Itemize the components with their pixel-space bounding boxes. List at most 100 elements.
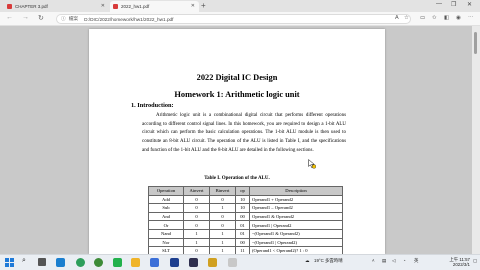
collections-icon[interactable]: ▭ [420,15,425,21]
windows-start-icon[interactable] [5,258,14,267]
table-cell: ~(Operand1 | Operand2) [249,237,343,248]
table-cell: 0 [183,194,210,205]
table-cell: 00 [235,237,250,248]
weather-text[interactable]: 19°C 多雲時晴 [314,258,343,264]
table-cell: 0 [183,220,210,230]
table-row: Nor 1 1 00 ~(Operand1 | Operand2) [148,237,343,248]
address-bar[interactable]: ⓘ 檔案 D:/DIC/2022/homework/hw1/2022_hw1.p… [56,14,411,24]
vs-code-icon[interactable] [170,258,179,267]
profile-icon[interactable]: ◉ [456,15,461,21]
table-cell: 1 [183,237,210,248]
pdf-file-icon [113,4,118,9]
edge-browser-icon[interactable] [76,258,85,267]
file-explorer-icon[interactable] [131,258,140,267]
table-header-row: Operation Ainvert Binvert op Description [148,186,343,196]
extensions-icon[interactable]: ◧ [444,15,449,21]
table-cell: Add [148,194,184,205]
table-caption: Table I. Operation of the ALU. [204,176,270,181]
table-cell: 0 [209,194,236,205]
table-cell: Or [148,220,184,230]
table-cell: Operand1 + Operand2 [249,194,343,205]
favorites-icon[interactable]: ✩ [432,15,437,21]
notification-icon[interactable]: ▢ [473,258,477,264]
terminal-icon[interactable] [189,258,198,267]
close-icon[interactable]: ✕ [101,3,105,9]
table-cell: 0 [209,211,236,222]
wifi-icon[interactable]: ◔ [403,258,406,263]
column-header: Binvert [209,186,236,196]
info-icon: ⓘ [61,16,66,21]
clock-date: 2022/3/1 [452,262,470,268]
minimize-icon[interactable]: — [436,1,442,7]
scrollbar-track[interactable] [472,26,480,254]
app-icon-yellow[interactable] [208,258,217,267]
read-aloud-icon[interactable]: A [395,15,399,21]
network-icon[interactable]: ▤ [382,258,386,264]
new-tab-icon[interactable]: + [201,1,206,10]
table-cell: 01 [235,228,250,239]
more-menu-icon[interactable]: ⋯ [468,15,474,21]
document-subtitle: Homework 1: Arithmetic logic unit [174,90,300,99]
maximize-icon[interactable]: ❐ [451,1,456,8]
table-cell: ~(Operand1 & Operand2) [249,228,343,239]
table-cell: Operand1 & Operand2 [249,211,343,222]
back-icon[interactable]: ← [6,14,13,21]
table-cell: 1 [209,203,236,213]
table-cell: 10 [235,203,250,213]
app-icon-blue-2[interactable] [150,258,159,267]
scrollbar-thumb[interactable] [474,32,477,54]
table-row: Sub 0 1 10 Operand1 – Operand2 [148,203,343,213]
column-header: op [235,186,250,196]
document-title: 2022 Digital IC Design [196,73,278,82]
address-text: D:/DIC/2022/homework/hw1/2022_hw1.pdf [84,16,174,22]
table-cell: 0 [209,220,236,230]
tray-expand-icon[interactable]: ˄ [372,258,375,263]
taskbar: ⌕ ☁ 19°C 多雲時晴 ˄ ▤ ◁ ◔ 英 上午 11:57 2022/3/… [0,254,480,270]
table-cell: 01 [235,220,250,230]
table-cell: Nor [148,237,184,248]
close-icon[interactable]: ✕ [191,3,195,9]
table-cell: 00 [235,211,250,222]
busy-cursor-icon [308,159,316,169]
table-cell: 1 [209,228,236,239]
table-cell: 1 [209,237,236,248]
pdf-file-icon [7,4,12,9]
favorite-star-icon[interactable]: ☆ [404,15,409,21]
system-clock[interactable]: 上午 11:57 2022/3/1 [440,257,470,267]
forward-icon[interactable]: → [22,14,29,21]
table-cell: And [148,211,184,222]
table-cell: Operand1 | Operand2 [249,220,343,230]
line-app-icon[interactable] [113,258,122,267]
pdf-viewer: 2022 Digital IC Design Homework 1: Arith… [0,26,480,256]
table-cell: 0 [183,203,210,213]
app-icon-gray[interactable] [228,258,237,267]
tab-label: 2022_hw1.pdf [121,4,150,9]
tab-chapter3[interactable]: CHAPTER 3.pdf ✕ [4,1,109,12]
ime-indicator[interactable]: 英 [414,258,418,264]
refresh-icon[interactable]: ↻ [38,14,44,22]
table-row: And 0 0 00 Operand1 & Operand2 [148,211,343,222]
table-cell: 0 [183,211,210,222]
alu-operation-table: Operation Ainvert Binvert op Description… [148,186,343,256]
tab-label: CHAPTER 3.pdf [15,4,48,9]
intro-paragraph: Arithmetic logic unit is a combinational… [142,113,346,153]
table-row: Nand 1 1 01 ~(Operand1 & Operand2) [148,228,343,239]
address-scheme-label: 檔案 [68,16,79,21]
volume-icon[interactable]: ◁ [392,258,395,264]
weather-icon[interactable]: ☁ [305,258,309,264]
chrome-icon[interactable] [94,258,103,267]
table-cell: 10 [235,194,250,205]
column-header: Description [249,186,343,196]
window-close-icon[interactable]: ✕ [467,1,472,8]
table-row: Add 0 0 10 Operand1 + Operand2 [148,194,343,205]
browser-toolbar: ← → ↻ ⓘ 檔案 D:/DIC/2022/homework/hw1/2022… [0,12,480,26]
app-icon-blue[interactable] [56,258,65,267]
column-header: Operation [148,186,184,196]
tab-2022-hw1[interactable]: 2022_hw1.pdf ✕ [110,1,199,12]
column-header: Ainvert [183,186,210,196]
section-heading: 1. Introduction: [131,102,174,109]
search-icon[interactable]: ⌕ [22,257,26,265]
table-cell: Operand1 – Operand2 [249,203,343,213]
task-view-icon[interactable] [38,258,46,266]
pdf-page: 2022 Digital IC Design Homework 1: Arith… [89,29,385,256]
